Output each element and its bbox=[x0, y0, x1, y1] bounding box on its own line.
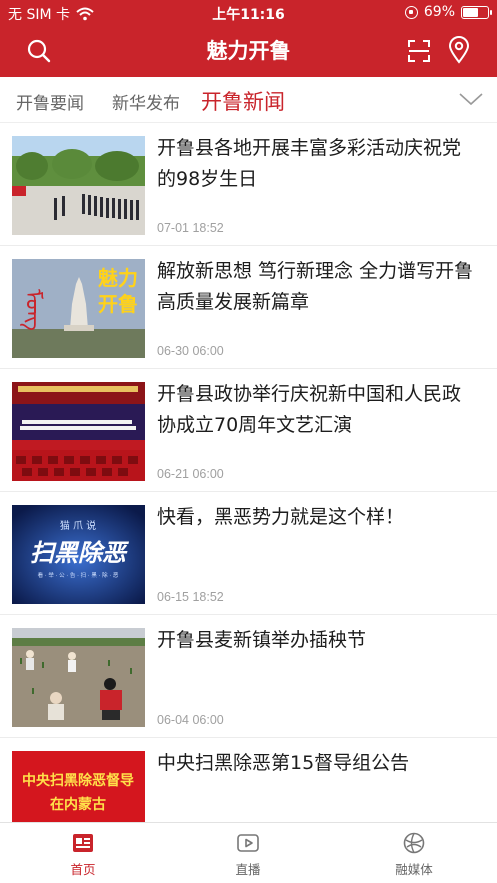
bottom-tab-bar: 首页 直播 融媒体 bbox=[0, 822, 497, 883]
globe-icon bbox=[403, 832, 425, 854]
news-title: 开鲁县各地开展丰富多彩活动庆祝党的98岁生日 bbox=[157, 137, 462, 190]
battery-icon bbox=[461, 5, 492, 19]
svg-text:ᠮᠣᠩ: ᠮᠣᠩ bbox=[20, 289, 45, 331]
news-item[interactable]: 开鲁县政协举行庆祝新中国和人民政协成立70周年文艺汇演 06-21 06:00 bbox=[0, 369, 497, 492]
status-bar: 无 SIM 卡 上午11:16 69% bbox=[0, 0, 497, 26]
news-date: 06-15 18:52 bbox=[157, 590, 224, 604]
bottom-tab-label: 融媒体 bbox=[395, 862, 433, 877]
rotation-lock-icon bbox=[404, 5, 418, 19]
bottom-tab-label: 直播 bbox=[235, 862, 261, 877]
thumb-caption-top: 猫 爪 说 bbox=[60, 519, 96, 532]
thumb-headline: 扫黑除恶 bbox=[30, 538, 130, 567]
news-title: 中央扫黑除恶第15督导组公告 bbox=[157, 752, 410, 774]
thumb-title-line1: 魅力 bbox=[98, 266, 138, 290]
news-date: 07-01 18:52 bbox=[157, 221, 224, 235]
bottom-tab-media[interactable]: 融媒体 bbox=[374, 831, 454, 878]
news-title: 开鲁县政协举行庆祝新中国和人民政协成立70周年文艺汇演 bbox=[157, 383, 462, 436]
bottom-tab-live[interactable]: 直播 bbox=[208, 831, 288, 878]
nav-row: 魅力开鲁 bbox=[0, 30, 497, 74]
play-icon bbox=[237, 834, 259, 852]
chevron-down-icon[interactable] bbox=[458, 91, 484, 107]
news-date: 06-30 06:00 bbox=[157, 344, 224, 358]
news-thumbnail bbox=[12, 136, 145, 235]
scan-icon[interactable] bbox=[406, 38, 432, 64]
news-item[interactable]: 开鲁县麦新镇举办插秧节 06-04 06:00 bbox=[0, 615, 497, 738]
tab-kailu-news[interactable]: 开鲁新闻 bbox=[201, 86, 285, 116]
news-item[interactable]: 开鲁县各地开展丰富多彩活动庆祝党的98岁生日 07-01 18:52 bbox=[0, 123, 497, 246]
category-tabs: 开鲁要闻 新华发布 开鲁新闻 bbox=[0, 77, 497, 123]
news-thumbnail bbox=[12, 628, 145, 727]
news-item[interactable]: 猫 爪 说 扫黑除恶 看 · 举 · 公 · 告 · 扫 · 黑 · 除 · 恶… bbox=[0, 492, 497, 615]
news-date: 06-21 06:00 bbox=[157, 467, 224, 481]
thumb-headline-line2: 在内蒙古 bbox=[50, 796, 106, 813]
news-thumbnail: 猫 爪 说 扫黑除恶 看 · 举 · 公 · 告 · 扫 · 黑 · 除 · 恶 bbox=[12, 505, 145, 604]
tab-xinhua-fabu[interactable]: 新华发布 bbox=[112, 89, 180, 114]
news-icon bbox=[73, 834, 93, 852]
news-list: 开鲁县各地开展丰富多彩活动庆祝党的98岁生日 07-01 18:52 ᠮᠣᠩ 魅… bbox=[0, 123, 497, 861]
bottom-tab-label: 首页 bbox=[70, 862, 96, 877]
thumb-headline-line1: 中央扫黑除恶督导 bbox=[22, 772, 134, 789]
news-item[interactable]: ᠮᠣᠩ 魅力 开鲁 解放新思想 笃行新理念 全力谱写开鲁高质量发展新篇章 06-… bbox=[0, 246, 497, 369]
top-bar: 无 SIM 卡 上午11:16 69% 魅力开鲁 bbox=[0, 0, 497, 77]
bottom-tab-home[interactable]: 首页 bbox=[43, 831, 123, 878]
tab-kailu-yaowen[interactable]: 开鲁要闻 bbox=[16, 89, 84, 114]
news-title: 开鲁县麦新镇举办插秧节 bbox=[157, 629, 367, 651]
location-icon[interactable] bbox=[446, 36, 472, 64]
news-thumbnail: ᠮᠣᠩ 魅力 开鲁 bbox=[12, 259, 145, 358]
battery-percent: 69% bbox=[423, 4, 455, 20]
news-title: 快看，黑恶势力就是这个样！ bbox=[157, 506, 405, 528]
news-thumbnail bbox=[12, 382, 145, 481]
thumb-title-line2: 开鲁 bbox=[98, 292, 138, 316]
news-title: 解放新思想 笃行新理念 全力谱写开鲁高质量发展新篇章 bbox=[157, 260, 474, 313]
news-date: 06-04 06:00 bbox=[157, 713, 224, 727]
thumb-caption-bottom: 看 · 举 · 公 · 告 · 扫 · 黑 · 除 · 恶 bbox=[38, 571, 119, 579]
